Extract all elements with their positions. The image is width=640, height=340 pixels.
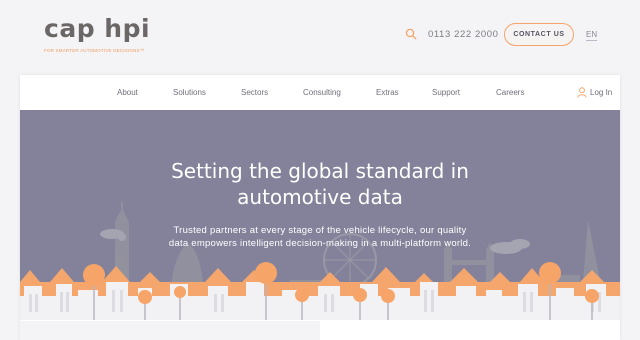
login-label: Log In	[590, 88, 613, 97]
login-link[interactable]: Log In	[577, 87, 612, 98]
logo-text: cap hpi	[44, 14, 151, 43]
language-selector[interactable]: EN	[586, 30, 598, 41]
search-icon[interactable]	[405, 28, 417, 40]
nav-item-sectors[interactable]: Sectors	[241, 88, 268, 97]
hero-title-line-1: Setting the global standard in	[171, 159, 469, 183]
nav-item-solutions[interactable]: Solutions	[173, 88, 206, 97]
nav-item-extras[interactable]: Extras	[376, 88, 399, 97]
phone-number[interactable]: 0113 222 2000	[428, 29, 499, 40]
hero-title: Setting the global standard in automotiv…	[20, 158, 620, 210]
contact-us-button[interactable]: CONTACT US	[504, 23, 574, 46]
main-nav: About Solutions Sectors Consulting Extra…	[20, 75, 620, 110]
hero-subtitle-line-1: Trusted partners at every stage of the v…	[173, 225, 467, 236]
hero-title-line-2: automotive data	[237, 185, 403, 209]
user-icon	[577, 87, 587, 98]
nav-item-support[interactable]: Support	[432, 88, 460, 97]
nav-item-consulting[interactable]: Consulting	[303, 88, 341, 97]
main-card: About Solutions Sectors Consulting Extra…	[20, 75, 620, 340]
logo-tagline: FOR SMARTER AUTOMOTIVE DECISIONS™	[44, 48, 145, 53]
nav-item-careers[interactable]: Careers	[496, 88, 524, 97]
hero-banner: Setting the global standard in automotiv…	[20, 110, 620, 320]
city-skyline-illustration	[20, 202, 620, 320]
top-header: cap hpi FOR SMARTER AUTOMOTIVE DECISIONS…	[0, 0, 640, 74]
hero-subtitle-line-2: data empowers intelligent decision-makin…	[168, 238, 472, 249]
content-panel	[20, 321, 320, 340]
nav-item-about[interactable]: About	[117, 88, 138, 97]
hero-subtitle: Trusted partners at every stage of the v…	[150, 224, 490, 250]
logo[interactable]: cap hpi FOR SMARTER AUTOMOTIVE DECISIONS…	[44, 14, 151, 54]
